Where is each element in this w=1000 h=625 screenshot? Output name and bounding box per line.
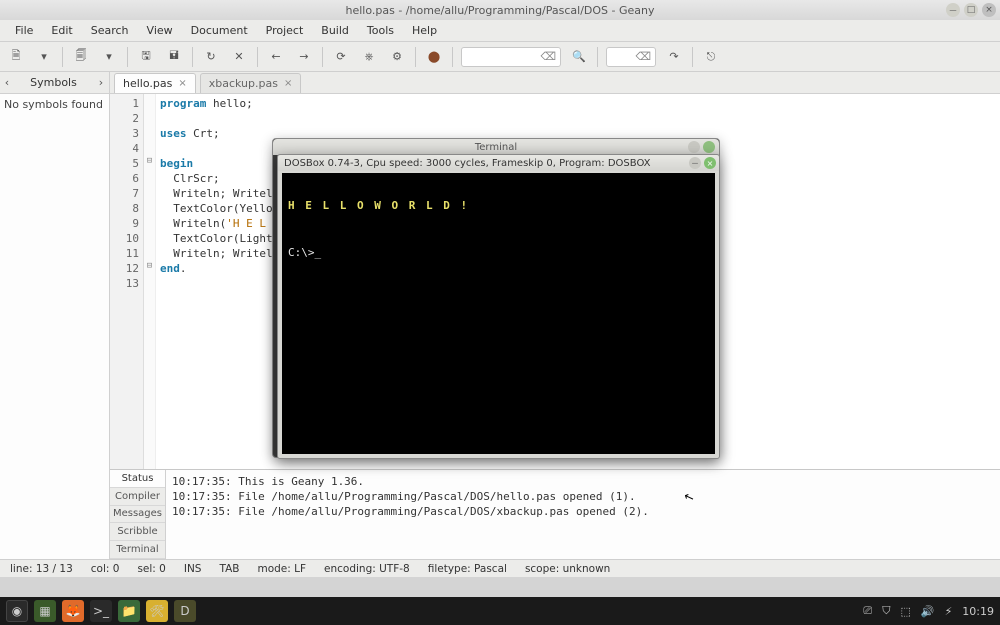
menu-document[interactable]: Document bbox=[182, 21, 257, 40]
save-all-icon[interactable]: 🖬 bbox=[164, 47, 184, 67]
status-tab: TAB bbox=[219, 563, 239, 575]
menu-file[interactable]: File bbox=[6, 21, 42, 40]
status-line: line: 13 / 13 bbox=[10, 563, 73, 575]
bp-tab-terminal[interactable]: Terminal bbox=[110, 541, 165, 559]
sidebar: ‹ Symbols › No symbols found bbox=[0, 72, 110, 559]
menubar: File Edit Search View Document Project B… bbox=[0, 20, 1000, 42]
terminal-title: Terminal bbox=[475, 142, 517, 153]
statusbar: line: 13 / 13 col: 0 sel: 0 INS TAB mode… bbox=[0, 559, 1000, 577]
network-icon[interactable]: ⬚ bbox=[900, 605, 910, 618]
dosbox-taskbar-icon[interactable]: D bbox=[174, 600, 196, 622]
start-menu-icon[interactable]: ◉ bbox=[6, 600, 28, 622]
system-tray: ⎚ ⛉ ⬚ 🔊 ⚡ 10:19 bbox=[863, 604, 994, 618]
dropdown-icon[interactable]: ▾ bbox=[99, 47, 119, 67]
status-sel: sel: 0 bbox=[137, 563, 165, 575]
fold-gutter[interactable]: ⊟ ⊟ bbox=[144, 94, 156, 469]
status-encoding: encoding: UTF-8 bbox=[324, 563, 410, 575]
quit-icon[interactable]: ⎋ bbox=[701, 47, 721, 67]
editor-tabs: hello.pas × xbackup.pas × bbox=[110, 72, 1000, 94]
menu-edit[interactable]: Edit bbox=[42, 21, 81, 40]
taskbar: ◉ ▦ 🦊 >_ 📁 🛠 D ⎚ ⛉ ⬚ 🔊 ⚡ 10:19 bbox=[0, 597, 1000, 625]
close-icon[interactable]: × bbox=[178, 78, 186, 89]
volume-icon[interactable]: 🔊 bbox=[921, 605, 935, 618]
tab-label: hello.pas bbox=[123, 77, 172, 90]
status-filetype: filetype: Pascal bbox=[428, 563, 507, 575]
bp-tab-status[interactable]: Status bbox=[110, 470, 165, 488]
status-ins: INS bbox=[184, 563, 202, 575]
bp-tab-scribble[interactable]: Scribble bbox=[110, 523, 165, 541]
symbols-tab[interactable]: Symbols bbox=[14, 76, 93, 89]
menu-help[interactable]: Help bbox=[403, 21, 446, 40]
tab-label: xbackup.pas bbox=[209, 77, 278, 90]
close-file-icon[interactable]: ✕ bbox=[229, 47, 249, 67]
compile-icon[interactable]: ⟳ bbox=[331, 47, 351, 67]
status-col: col: 0 bbox=[91, 563, 120, 575]
window-title: hello.pas - /home/allu/Programming/Pasca… bbox=[345, 4, 654, 17]
chevron-right-icon[interactable]: › bbox=[93, 76, 109, 89]
dosbox-window[interactable]: DOSBox 0.74-3, Cpu speed: 3000 cycles, F… bbox=[277, 154, 720, 459]
reload-icon[interactable]: ↻ bbox=[201, 47, 221, 67]
maximize-button[interactable]: □ bbox=[964, 3, 978, 17]
color-icon[interactable]: ⬤ bbox=[424, 47, 444, 67]
minimize-button[interactable]: － bbox=[946, 3, 960, 17]
dosbox-prompt: C:\>_ bbox=[288, 246, 709, 259]
minimize-icon[interactable]: － bbox=[689, 157, 701, 169]
clock[interactable]: 10:19 bbox=[962, 605, 994, 618]
window-titlebar: hello.pas - /home/allu/Programming/Pasca… bbox=[0, 0, 1000, 20]
file-manager-icon[interactable]: 📁 bbox=[118, 600, 140, 622]
nav-back-icon[interactable]: ← bbox=[266, 47, 286, 67]
clear-icon[interactable]: ⌫ bbox=[635, 50, 651, 63]
menu-project[interactable]: Project bbox=[257, 21, 313, 40]
firefox-icon[interactable]: 🦊 bbox=[62, 600, 84, 622]
build-icon[interactable]: ⎈ bbox=[359, 47, 379, 67]
clear-icon[interactable]: ⌫ bbox=[540, 50, 556, 63]
status-mode: mode: LF bbox=[257, 563, 306, 575]
close-button[interactable]: × bbox=[982, 3, 996, 17]
toolbar: 🗎 ▾ 🗐 ▾ 🖫 🖬 ↻ ✕ ← → ⟳ ⎈ ⚙ ⬤ ⌫ 🔍 ⌫ ↷ ⎋ bbox=[0, 42, 1000, 72]
dosbox-output: H E L L O W O R L D ! bbox=[288, 199, 709, 212]
run-icon[interactable]: ⚙ bbox=[387, 47, 407, 67]
status-log: 10:17:35: This is Geany 1.36. 10:17:35: … bbox=[166, 470, 1000, 559]
bp-tab-compiler[interactable]: Compiler bbox=[110, 488, 165, 506]
new-file-icon[interactable]: 🗎 bbox=[6, 47, 26, 67]
jump-input[interactable]: ⌫ bbox=[606, 47, 656, 67]
menu-build[interactable]: Build bbox=[312, 21, 358, 40]
menu-search[interactable]: Search bbox=[82, 21, 138, 40]
files-icon[interactable]: ▦ bbox=[34, 600, 56, 622]
save-icon[interactable]: 🖫 bbox=[136, 47, 156, 67]
status-scope: scope: unknown bbox=[525, 563, 610, 575]
close-icon[interactable]: × bbox=[704, 157, 716, 169]
jump-icon[interactable]: ↷ bbox=[664, 47, 684, 67]
menu-view[interactable]: View bbox=[138, 21, 182, 40]
menu-tools[interactable]: Tools bbox=[358, 21, 403, 40]
terminal-icon[interactable]: >_ bbox=[90, 600, 112, 622]
chevron-left-icon[interactable]: ‹ bbox=[0, 76, 14, 89]
bp-tab-messages[interactable]: Messages bbox=[110, 506, 165, 524]
dosbox-title: DOSBox 0.74-3, Cpu speed: 3000 cycles, F… bbox=[284, 158, 651, 169]
close-icon[interactable] bbox=[703, 141, 715, 153]
geany-icon[interactable]: 🛠 bbox=[146, 600, 168, 622]
tray-icon[interactable]: ⎚ bbox=[863, 604, 872, 618]
search-icon[interactable]: 🔍 bbox=[569, 47, 589, 67]
bottom-panel: Status Compiler Messages Scribble Termin… bbox=[110, 469, 1000, 559]
tray-icon[interactable]: ⛉ bbox=[882, 604, 890, 618]
battery-icon[interactable]: ⚡ bbox=[945, 605, 953, 618]
open-recent-icon[interactable]: 🗐 bbox=[71, 47, 91, 67]
minimize-icon[interactable] bbox=[688, 141, 700, 153]
tab-xbackup[interactable]: xbackup.pas × bbox=[200, 73, 302, 93]
line-gutter: 1 2 3 4 5 6 7 8 9 10 11 12 13 bbox=[110, 94, 144, 469]
dropdown-icon[interactable]: ▾ bbox=[34, 47, 54, 67]
close-icon[interactable]: × bbox=[284, 78, 292, 89]
symbols-empty-label: No symbols found bbox=[0, 94, 109, 115]
nav-forward-icon[interactable]: → bbox=[294, 47, 314, 67]
tab-hello[interactable]: hello.pas × bbox=[114, 73, 196, 93]
dosbox-screen[interactable]: H E L L O W O R L D ! C:\>_ bbox=[282, 173, 715, 454]
goto-line-input[interactable]: ⌫ bbox=[461, 47, 561, 67]
